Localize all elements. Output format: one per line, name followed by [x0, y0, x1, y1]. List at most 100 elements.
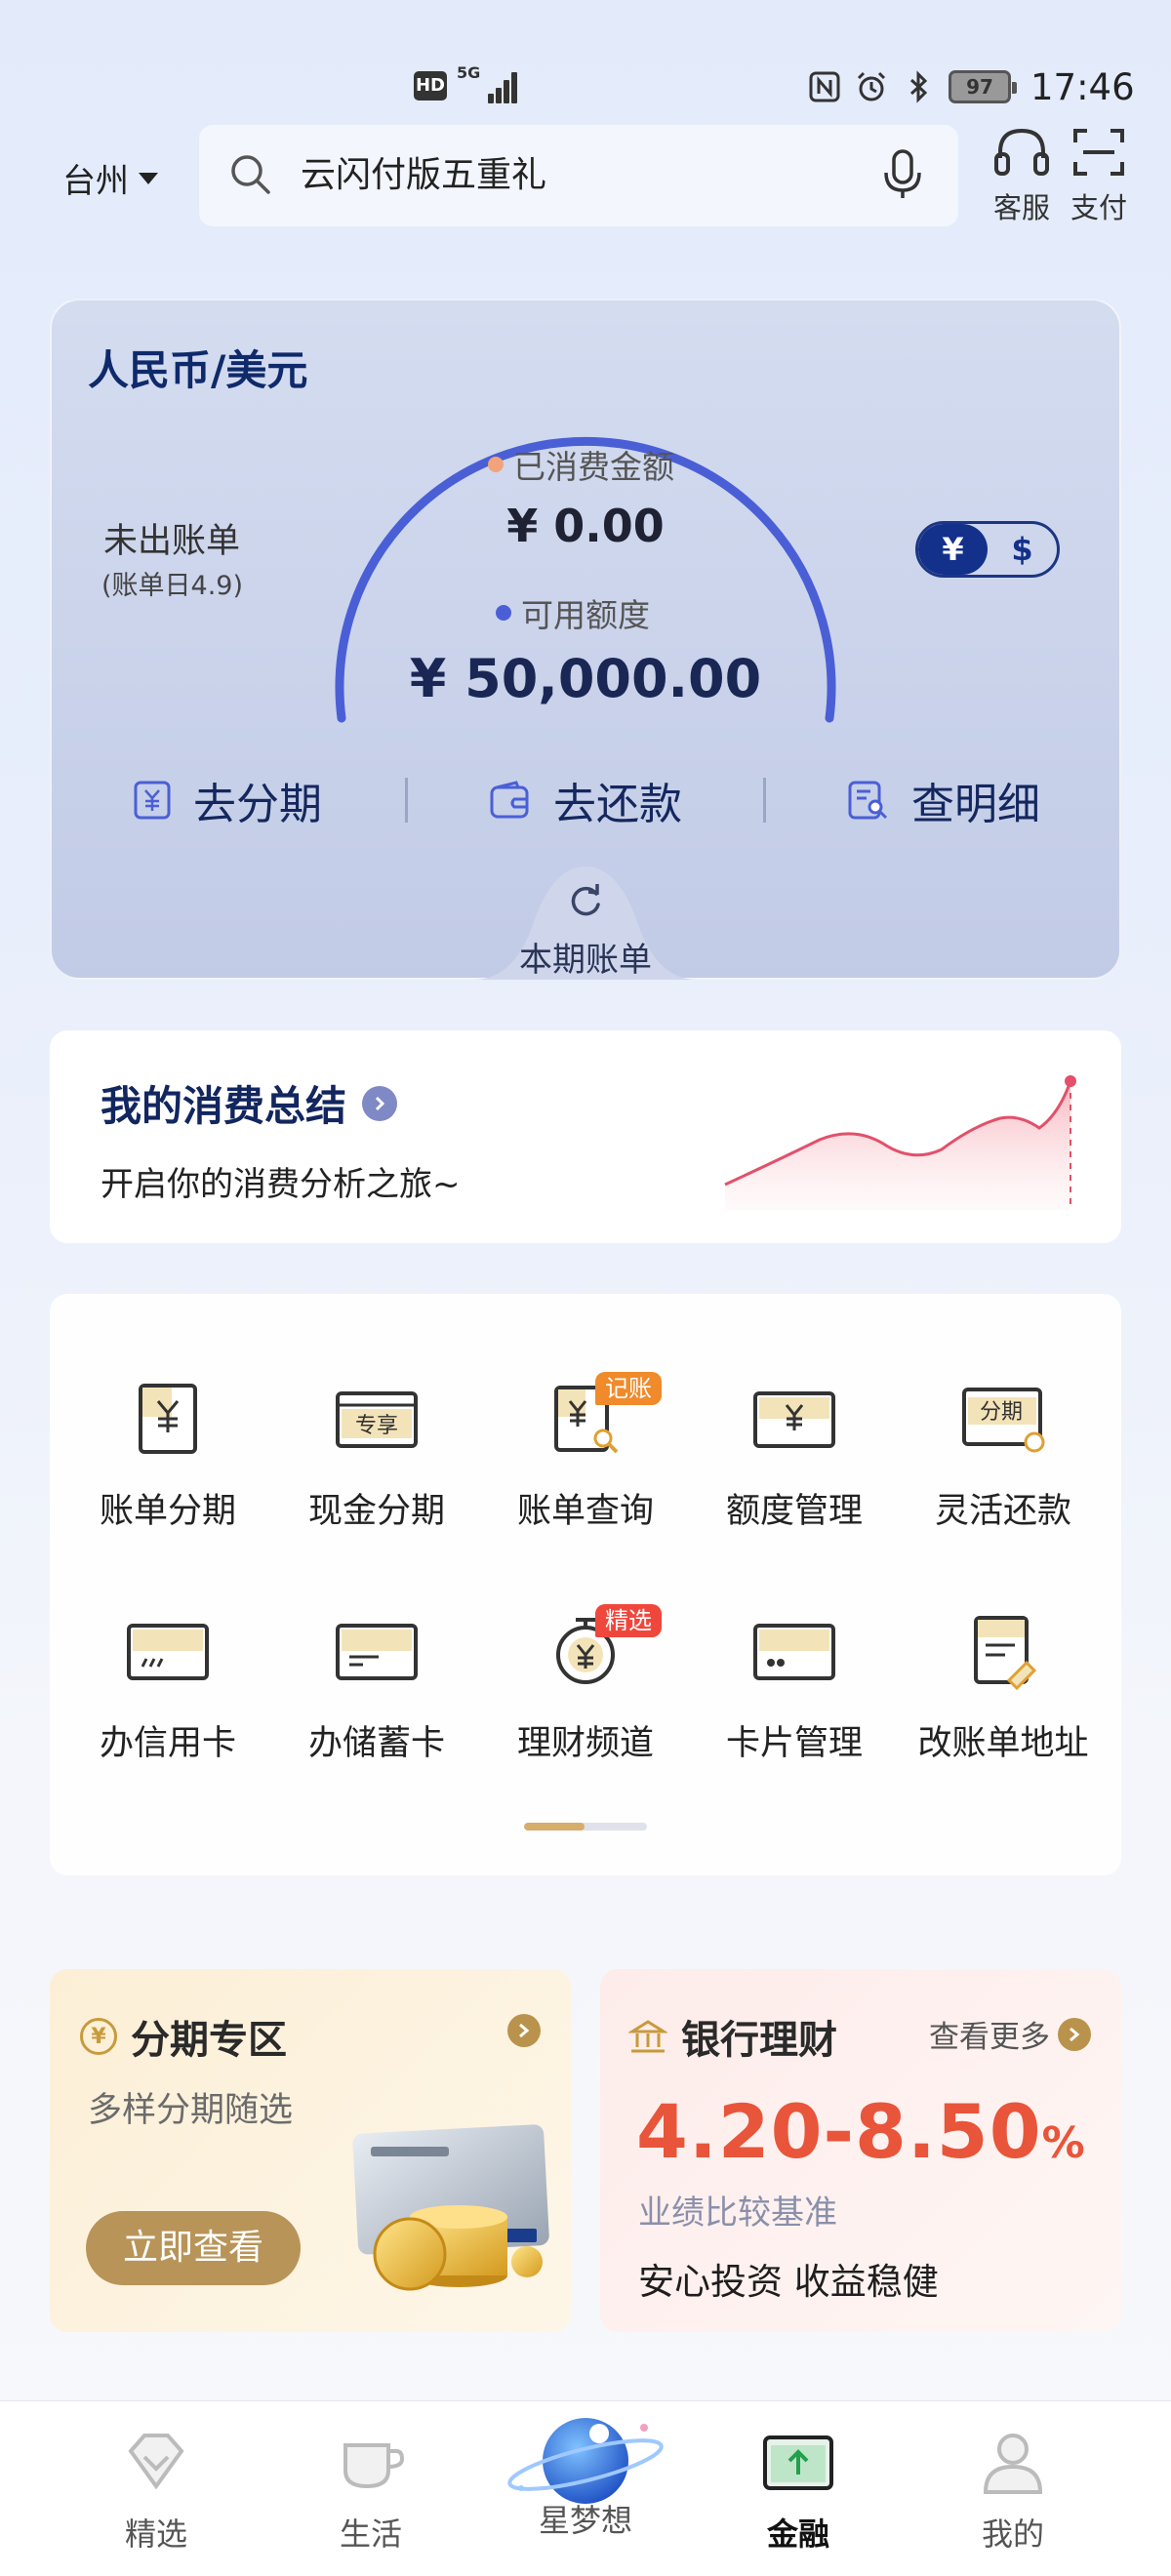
service-apply-debit-card[interactable]: 办储蓄卡 [269, 1604, 484, 1765]
nav-tab-life[interactable]: 生活 [273, 2424, 468, 2555]
service-label: 客服 [992, 191, 1050, 224]
service-bill-query[interactable]: 记账 账单查询 [478, 1372, 693, 1533]
unbilled-label[interactable]: 未出账单 [103, 513, 240, 563]
clock: 17:46 [1030, 65, 1135, 108]
pay-label: 支付 [1070, 191, 1127, 224]
chevron-right-icon [1058, 2017, 1091, 2051]
customer-service-button[interactable]: 客服 [983, 125, 1061, 226]
nav-tab-featured[interactable]: 精选 [59, 2424, 254, 2555]
repay-action-label: 去还款 [553, 780, 682, 829]
wallet-icon [490, 781, 529, 819]
featured-icon [128, 2434, 184, 2490]
current-bill-tab[interactable]: 本期账单 [474, 933, 697, 981]
yen-coin-icon: ¥ [80, 2018, 117, 2055]
chevron-right-icon[interactable] [507, 2014, 541, 2047]
service-label: 卡片管理 [725, 1724, 863, 1763]
installment-action-label: 去分期 [193, 780, 322, 829]
bluetooth-icon [909, 70, 928, 103]
details-action-label: 查明细 [911, 780, 1040, 829]
nav-label: 我的 [981, 2516, 1044, 2553]
yield-rate-unit: % [1041, 2118, 1086, 2168]
nav-tab-finance[interactable]: 金融 [701, 2424, 896, 2555]
service-bill-installment[interactable]: 账单分期 [61, 1372, 275, 1533]
service-label: 办储蓄卡 [307, 1724, 445, 1763]
installment-zone-title: ¥ 分期专区 [80, 2008, 287, 2065]
yield-rate-range: 4.20-8.50 [636, 2088, 1042, 2175]
apply-credit-card-icon [127, 1624, 209, 1680]
credit-card-coins-illustration [352, 2124, 549, 2291]
service-flexible-repay[interactable]: 分期 灵活还款 [896, 1372, 1110, 1533]
repay-action-button[interactable]: 去还款 [408, 769, 763, 831]
badge-bookkeeping: 记账 [595, 1372, 662, 1405]
star-dream-icon [507, 2418, 664, 2504]
service-label: 账单查询 [516, 1492, 654, 1531]
service-apply-credit-card[interactable]: 办信用卡 [61, 1604, 275, 1765]
city-selector[interactable]: 台州 [62, 154, 158, 202]
currency-toggle[interactable]: ¥ $ [915, 521, 1060, 578]
installment-icon [134, 781, 171, 820]
page-indicator [524, 1823, 647, 1831]
service-label: 账单分期 [99, 1492, 236, 1531]
profile-icon [983, 2434, 1043, 2494]
wealth-slogan: 安心投资 收益稳健 [638, 2261, 939, 2303]
spent-dot [488, 457, 504, 472]
benchmark-label: 业绩比较基准 [638, 2194, 837, 2233]
currency-rmb-option[interactable]: ¥ [918, 524, 988, 575]
service-cash-installment[interactable]: 专享 现金分期 [269, 1372, 484, 1533]
hd-indicator: HD [414, 71, 447, 101]
battery-indicator: 97 [949, 70, 1017, 103]
limit-management-icon [753, 1391, 835, 1448]
spent-label: 已消费金额 [488, 441, 674, 488]
cash-installment-icon-text: 专享 [355, 1414, 398, 1438]
nav-label: 生活 [339, 2516, 402, 2553]
spending-trend-graphic [724, 1075, 1076, 1210]
view-now-button[interactable]: 立即查看 [86, 2211, 301, 2285]
service-label: 灵活还款 [934, 1492, 1071, 1531]
card-management-icon [753, 1624, 835, 1680]
card-actions: 去分期 去还款 查明细 [50, 761, 1121, 839]
service-limit-management[interactable]: 额度管理 [687, 1372, 902, 1533]
document-search-icon [848, 781, 888, 820]
caret-down-icon [139, 172, 158, 184]
bank-wealth-title: 银行理财 [628, 2008, 837, 2065]
service-wealth-channel[interactable]: 精选 理财频道 [478, 1604, 693, 1765]
page-indicator-active [524, 1823, 585, 1831]
yield-rate: 4.20-8.50% [636, 2088, 1086, 2175]
available-label: 可用额度 [496, 589, 650, 636]
service-card-management[interactable]: 卡片管理 [687, 1604, 902, 1765]
bank-wealth-title-text: 银行理财 [681, 2018, 837, 2063]
pay-button[interactable]: 支付 [1060, 125, 1138, 226]
service-change-bill-address[interactable]: 改账单地址 [896, 1604, 1110, 1765]
details-action-button[interactable]: 查明细 [766, 769, 1121, 831]
change-address-icon [974, 1616, 1037, 1690]
available-dot [496, 605, 511, 621]
installment-action-button[interactable]: 去分期 [50, 769, 405, 831]
city-name: 台州 [62, 162, 129, 201]
search-icon [231, 155, 270, 194]
summary-title[interactable]: 我的消费总结 [101, 1073, 398, 1133]
view-more-link[interactable]: 查看更多 [929, 2012, 1091, 2056]
nav-label: 金融 [766, 2516, 829, 2553]
nav-tab-profile[interactable]: 我的 [915, 2424, 1110, 2555]
scan-icon [1073, 129, 1124, 176]
installment-zone-title-text: 分期专区 [131, 2018, 287, 2063]
summary-subtitle: 开启你的消费分析之旅~ [101, 1165, 461, 1204]
flexible-repay-icon: 分期 [962, 1388, 1045, 1453]
chevron-right-icon [362, 1085, 398, 1121]
refresh-icon[interactable] [564, 880, 607, 923]
search-input[interactable]: 云闪付版五重礼 [301, 152, 546, 199]
service-label: 办信用卡 [99, 1724, 236, 1763]
microphone-icon[interactable] [878, 148, 927, 201]
service-label: 额度管理 [725, 1492, 863, 1531]
spent-label-text: 已消费金额 [513, 448, 674, 486]
bill-day: (账单日4.9) [101, 571, 244, 601]
spent-amount: ¥ 0.00 [506, 500, 665, 552]
nav-tab-star-dream[interactable]: 星梦想 [488, 2410, 683, 2541]
bank-icon [628, 2020, 667, 2053]
currency-title: 人民币/美元 [88, 346, 308, 394]
finance-icon [763, 2435, 833, 2490]
status-icons: 97 17:46 [808, 64, 1135, 109]
available-amount: ¥ 50,000.00 [409, 648, 762, 709]
currency-usd-option[interactable]: $ [988, 524, 1057, 575]
service-label: 理财频道 [516, 1724, 654, 1763]
